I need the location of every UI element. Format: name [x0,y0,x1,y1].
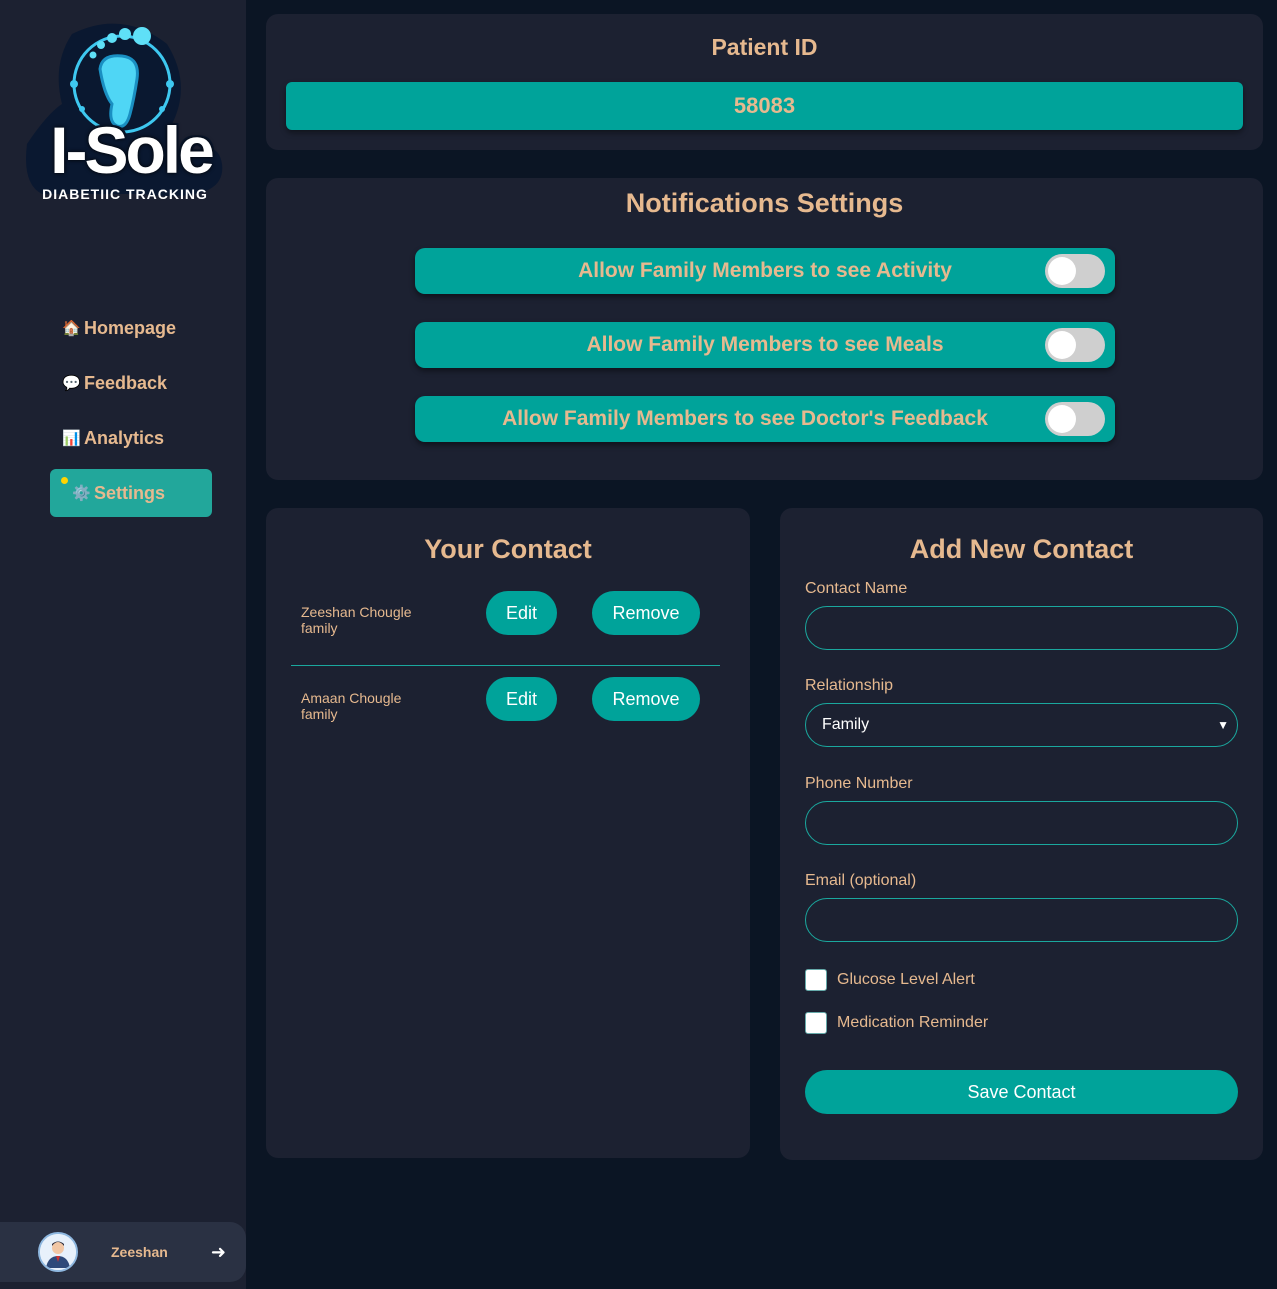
email-label: Email (optional) [805,872,917,889]
glucose-alert-option: Glucose Level Alert [805,969,975,991]
toggle-knob [1048,405,1076,433]
remove-button[interactable]: Remove [592,591,700,635]
sidebar-item-analytics[interactable]: 📊 Analytics [50,414,212,462]
logo: I-Sole DIABETIIC TRACKING [22,14,228,209]
toggle-row-activity: Allow Family Members to see Activity [415,248,1115,294]
contact-info: Amaan Chougle family [301,690,401,722]
sidebar-item-label: Feedback [84,372,168,393]
contact-name: Amaan Chougle [301,690,402,706]
speech-bubble-icon: 💬 [62,375,81,392]
logout-arrow-icon[interactable]: ➜ [211,1242,226,1263]
toggle-knob [1048,257,1076,285]
toggle-switch-meals[interactable] [1045,328,1105,362]
contact-name-label: Contact Name [805,580,908,597]
relationship-label: Relationship [805,677,894,694]
house-icon: 🏠 [62,320,81,337]
medication-reminder-label: Medication Reminder [837,1014,989,1031]
remove-button[interactable]: Remove [592,677,700,721]
sidebar-item-label: Settings [94,482,166,503]
sidebar: I-Sole DIABETIIC TRACKING 🏠 Homepage 💬 F… [0,0,246,1289]
medication-reminder-checkbox[interactable] [805,1012,827,1034]
chevron-down-icon: ▼ [1217,718,1229,732]
toggle-label: Allow Family Members to see Meals [586,333,944,356]
logo-wordmark: I-Sole [50,113,215,187]
bar-chart-icon: 📊 [62,430,81,447]
patient-id-title: Patient ID [711,34,818,60]
toggle-switch-doctor-feedback[interactable] [1045,402,1105,436]
active-indicator-dot [61,477,68,484]
logo-tagline: DIABETIIC TRACKING [42,186,208,202]
save-contact-button[interactable]: Save Contact [805,1070,1238,1114]
toggle-row-meals: Allow Family Members to see Meals [415,322,1115,368]
sidebar-item-feedback[interactable]: 💬 Feedback [50,359,212,407]
gear-icon: ⚙️ [72,485,91,502]
contact-relationship: family [301,706,338,722]
edit-button[interactable]: Edit [486,591,557,635]
email-input[interactable] [805,898,1238,942]
edit-button[interactable]: Edit [486,677,557,721]
contact-info: Zeeshan Chougle family [301,604,412,636]
patient-id-value: 58083 [286,82,1243,130]
patient-id-card: Patient ID 58083 [266,14,1263,150]
your-contact-title: Your Contact [424,534,592,564]
sidebar-item-settings[interactable]: ⚙️ Settings [50,469,212,517]
sidebar-nav: 🏠 Homepage 💬 Feedback 📊 Analytics ⚙️ Set… [50,304,212,524]
relationship-selected-value: Family [822,716,870,733]
contact-name: Zeeshan Chougle [301,604,412,620]
notifications-title: Notifications Settings [625,188,904,218]
toggle-label: Allow Family Members to see Activity [578,259,952,282]
avatar [38,1232,78,1272]
user-name: Zeeshan [111,1244,168,1260]
phone-number-label: Phone Number [805,775,913,792]
contact-name-input[interactable] [805,606,1238,650]
medication-reminder-option: Medication Reminder [805,1012,988,1034]
add-contact-title: Add New Contact [909,534,1134,564]
toggle-knob [1048,331,1076,359]
toggle-row-doctor-feedback: Allow Family Members to see Doctor's Fee… [415,396,1115,442]
glucose-alert-checkbox[interactable] [805,969,827,991]
relationship-select[interactable]: Family ▼ [805,703,1238,747]
user-profile-card[interactable]: Zeeshan ➜ [0,1222,246,1282]
notifications-settings-card: Notifications Settings Allow Family Memb… [266,178,1263,480]
your-contact-card: Your Contact Zeeshan Chougle family Edit… [266,508,750,1158]
phone-number-input[interactable] [805,801,1238,845]
sidebar-item-label: Analytics [84,427,165,448]
list-item: Amaan Chougle family Edit Remove [291,666,720,752]
add-contact-card: Add New Contact Contact Name Relationshi… [780,508,1263,1160]
toggle-switch-activity[interactable] [1045,254,1105,288]
glucose-alert-label: Glucose Level Alert [837,971,975,988]
sidebar-item-homepage[interactable]: 🏠 Homepage [50,304,212,352]
sidebar-item-label: Homepage [84,317,177,338]
toggle-label: Allow Family Members to see Doctor's Fee… [502,407,988,430]
contact-relationship: family [301,620,338,636]
list-item: Zeeshan Chougle family Edit Remove [291,580,720,666]
user-avatar-icon [40,1234,76,1270]
